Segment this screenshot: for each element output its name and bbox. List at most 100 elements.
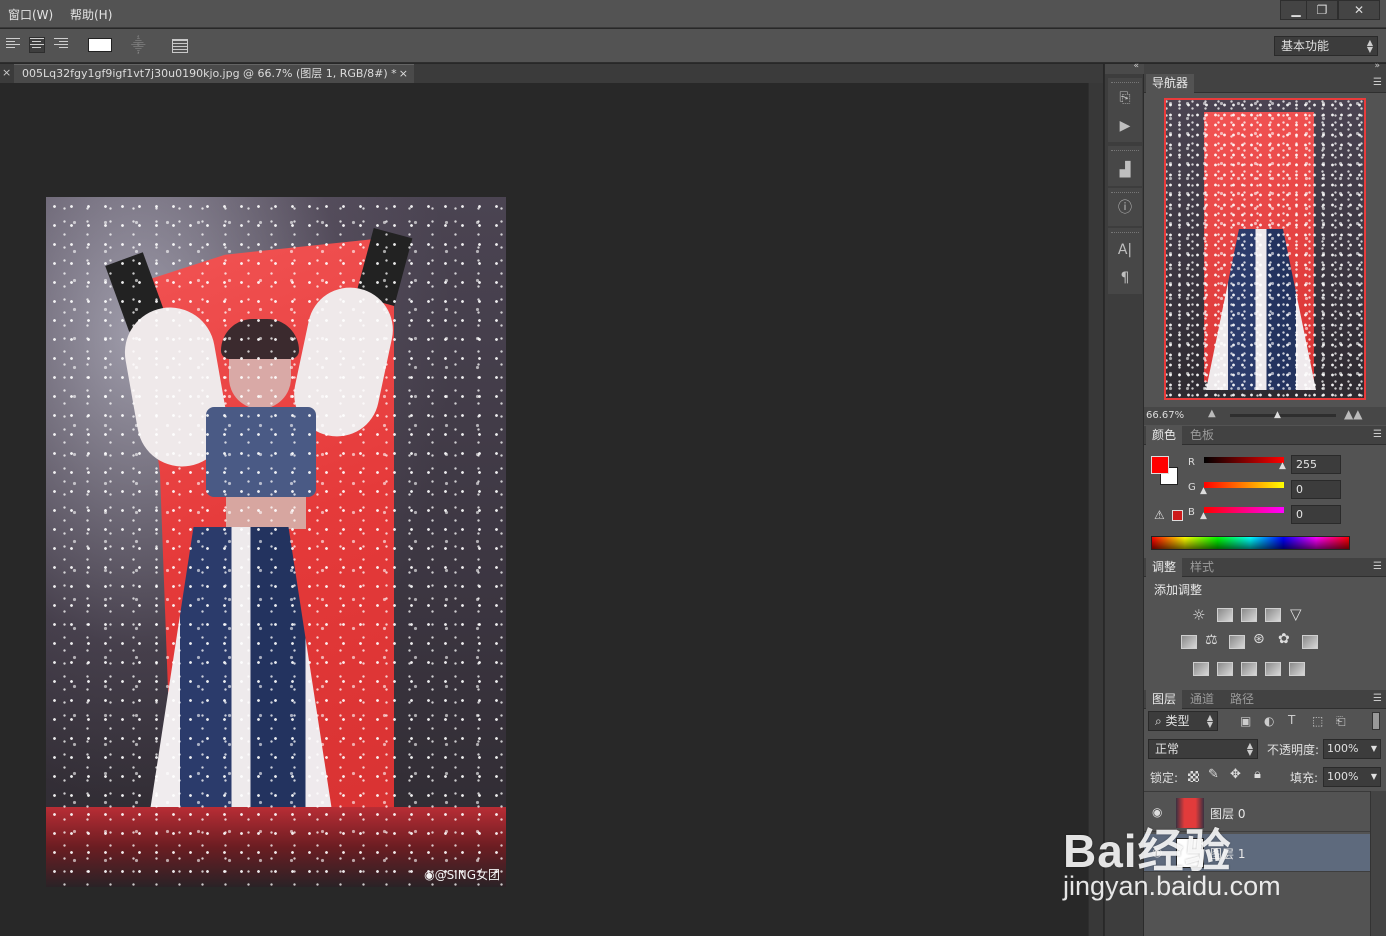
tab-styles[interactable]: 样式: [1184, 558, 1220, 577]
filter-toggle[interactable]: [1372, 712, 1380, 730]
document-image[interactable]: ◉@SING女团: [46, 197, 506, 887]
tab-channels[interactable]: 通道: [1184, 690, 1220, 709]
channel-b-value[interactable]: 0: [1291, 505, 1341, 524]
gamut-color-swatch[interactable]: [1172, 510, 1183, 521]
channel-g-label: G: [1188, 482, 1196, 493]
vertical-scrollbar[interactable]: [1088, 83, 1103, 936]
document-tab[interactable]: 005Lq32fgy1gf9igf1vt7j30u0190kjo.jpg @ 6…: [14, 64, 414, 83]
chevron-down-icon[interactable]: ▼: [1371, 768, 1377, 786]
exposure-icon[interactable]: [1265, 608, 1281, 622]
tab-adjustments[interactable]: 调整: [1146, 558, 1183, 577]
lock-transparent-icon[interactable]: [1188, 771, 1199, 782]
color-spectrum-bar[interactable]: [1151, 536, 1350, 550]
info-icon[interactable]: ⓘ: [1115, 198, 1135, 218]
histogram-icon[interactable]: ▟: [1115, 160, 1135, 180]
channel-g-slider[interactable]: [1204, 482, 1284, 488]
panel-menu-icon[interactable]: ☰: [1373, 77, 1382, 88]
document-tab-title: 005Lq32fgy1gf9igf1vt7j30u0190kjo.jpg @ 6…: [22, 67, 397, 80]
zoom-out-icon[interactable]: ▲: [1208, 408, 1216, 419]
blend-mode-select[interactable]: 正常 ▲ ▼: [1148, 739, 1258, 759]
fill-input[interactable]: 100% ▼: [1323, 767, 1381, 787]
paragraph-icon[interactable]: ¶: [1115, 268, 1135, 288]
layer-filter-label: 类型: [1165, 714, 1190, 728]
levels-icon[interactable]: [1217, 608, 1233, 622]
panel-close-icon[interactable]: ×: [2, 66, 11, 79]
warp-text-icon[interactable]: ⸎: [131, 37, 149, 55]
zoom-slider[interactable]: [1230, 414, 1336, 417]
filter-pixel-icon[interactable]: ▣: [1240, 714, 1251, 728]
threshold-icon[interactable]: [1241, 662, 1257, 676]
adjust-panel-header: 调整 样式 ☰: [1144, 558, 1386, 577]
channel-mixer-icon[interactable]: ✿: [1278, 631, 1290, 647]
channel-b-slider[interactable]: [1204, 507, 1284, 513]
strip-separator: [1111, 232, 1139, 233]
channel-g-value[interactable]: 0: [1291, 480, 1341, 499]
lock-pixels-icon[interactable]: ✎: [1208, 767, 1219, 782]
tab-close-icon[interactable]: ×: [399, 65, 408, 82]
strip-header: «: [1105, 61, 1145, 74]
warning-icon: ⚠: [1154, 508, 1165, 522]
channel-r-value[interactable]: 255: [1291, 455, 1341, 474]
zoom-in-icon[interactable]: ▲▲: [1344, 407, 1362, 421]
panel-menu-icon[interactable]: ☰: [1373, 561, 1382, 572]
align-left-icon[interactable]: [6, 38, 20, 52]
chevron-updown-icon: ▲ ▼: [1366, 38, 1373, 54]
channel-g-handle[interactable]: ▲: [1200, 486, 1207, 496]
navigator-thumbnail[interactable]: [1164, 98, 1366, 400]
expand-icon[interactable]: »: [1374, 61, 1380, 71]
thumb-confetti: [1166, 100, 1364, 398]
opacity-input[interactable]: 100% ▼: [1323, 739, 1381, 759]
tab-layers[interactable]: 图层: [1146, 690, 1183, 709]
chevron-down-icon[interactable]: ▼: [1371, 740, 1377, 758]
filter-adjustment-icon[interactable]: ◐: [1264, 714, 1274, 728]
channel-r-slider[interactable]: [1204, 457, 1284, 463]
play-icon[interactable]: ▶: [1115, 116, 1135, 136]
channel-b-handle[interactable]: ▲: [1200, 511, 1207, 521]
selective-color-icon[interactable]: [1265, 662, 1281, 676]
black-white-icon[interactable]: [1229, 635, 1245, 649]
foreground-color-swatch[interactable]: [1151, 456, 1169, 474]
filter-smart-icon[interactable]: ⎗: [1336, 714, 1346, 729]
layer-filter-select[interactable]: ⌕ 类型 ▲ ▼: [1148, 711, 1218, 731]
color-lookup-icon[interactable]: [1302, 635, 1318, 649]
menu-window[interactable]: 窗口(W): [8, 6, 53, 23]
workspace-select[interactable]: 基本功能 ▲ ▼: [1274, 36, 1378, 56]
brightness-icon[interactable]: ☼: [1192, 606, 1205, 624]
collapse-icon[interactable]: «: [1133, 61, 1139, 71]
hue-saturation-icon[interactable]: [1181, 635, 1197, 649]
photo-filter-icon[interactable]: ⊛: [1253, 631, 1265, 647]
invert-icon[interactable]: [1193, 662, 1209, 676]
zoom-value[interactable]: 66.67%: [1146, 410, 1184, 421]
tab-swatches[interactable]: 色板: [1184, 426, 1220, 445]
filter-type-icon[interactable]: T: [1288, 713, 1295, 727]
panel-menu-icon[interactable]: ☰: [1373, 693, 1382, 704]
tab-paths[interactable]: 路径: [1224, 690, 1260, 709]
fill-label: 填充:: [1290, 771, 1319, 785]
lock-position-icon[interactable]: ✥: [1230, 767, 1241, 782]
align-right-icon[interactable]: [54, 38, 68, 52]
baidu-watermark: Bai经验 jingyan.baidu.com: [1063, 815, 1281, 901]
tab-navigator[interactable]: 导航器: [1146, 74, 1195, 93]
fill-value: 100%: [1327, 770, 1359, 783]
gradient-map-icon[interactable]: [1289, 662, 1305, 676]
channel-r-handle[interactable]: ▲: [1279, 461, 1286, 471]
curves-icon[interactable]: [1241, 608, 1257, 622]
text-color-swatch[interactable]: [88, 38, 112, 52]
character-icon[interactable]: A|: [1115, 240, 1135, 260]
panel-menu-icon[interactable]: ☰: [1373, 429, 1382, 440]
history-icon[interactable]: ⎘: [1115, 88, 1135, 108]
vibrance-icon[interactable]: ▽: [1290, 605, 1302, 623]
channel-r-label: R: [1188, 457, 1195, 468]
layers-scrollbar[interactable]: [1370, 791, 1386, 936]
zoom-slider-handle[interactable]: ▲: [1274, 410, 1281, 420]
menu-help[interactable]: 帮助(H): [70, 6, 112, 23]
close-window-button[interactable]: ✕: [1338, 0, 1380, 20]
filter-shape-icon[interactable]: ⬚: [1312, 714, 1323, 728]
align-center-icon[interactable]: [29, 37, 45, 53]
restore-button[interactable]: ❐: [1306, 0, 1338, 20]
lock-all-icon[interactable]: 🔒︎: [1254, 767, 1261, 782]
tab-color[interactable]: 颜色: [1146, 426, 1183, 445]
posterize-icon[interactable]: [1217, 662, 1233, 676]
color-balance-icon[interactable]: ⚖: [1205, 632, 1218, 648]
character-panel-icon[interactable]: [172, 39, 188, 53]
